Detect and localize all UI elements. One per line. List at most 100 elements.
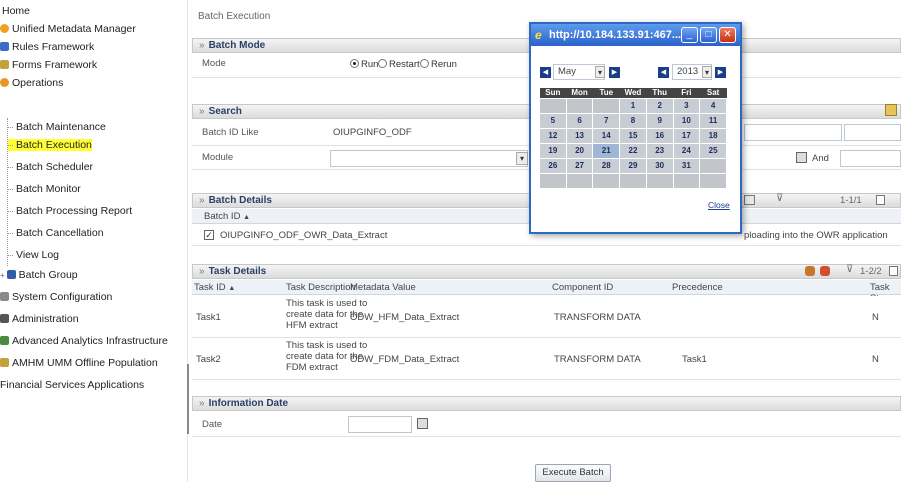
mode-radio-restart[interactable]: Restart <box>378 59 420 70</box>
sidebar-scrollbar[interactable] <box>187 364 189 434</box>
collapse-arrow-icon[interactable]: » <box>199 398 205 409</box>
minimize-icon[interactable]: _ <box>681 27 698 43</box>
calendar-day[interactable]: 5 <box>539 112 567 129</box>
calendar-day[interactable]: 23 <box>645 142 674 159</box>
calendar-day[interactable]: 2 <box>645 97 674 114</box>
calendar-day[interactable]: 17 <box>672 127 701 144</box>
search-extra-input-2[interactable] <box>844 124 901 141</box>
calendar-day[interactable]: 8 <box>619 112 647 129</box>
calendar-day[interactable]: 22 <box>619 142 647 159</box>
tree-item-rules-framework[interactable]: Rules Framework <box>0 38 94 56</box>
tree-item-financial-services-applications[interactable]: Financial Services Applications <box>0 376 144 394</box>
batch-id-input[interactable]: OIUPGINFO_ODF <box>328 124 528 141</box>
tree-item-unified-metadata-manager[interactable]: Unified Metadata Manager <box>0 20 136 38</box>
calendar-day[interactable]: 25 <box>699 142 727 159</box>
calendar-day[interactable]: 30 <box>645 157 674 174</box>
calendar-day[interactable]: 18 <box>699 127 727 144</box>
collapse-arrow-icon[interactable]: » <box>199 40 205 51</box>
calendar-day[interactable]: 27 <box>565 157 594 174</box>
calendar-empty-cell <box>565 172 594 189</box>
calendar-day[interactable]: 1 <box>619 97 647 114</box>
select-all-icon[interactable] <box>889 266 898 276</box>
mode-radio-run[interactable]: Run <box>350 59 378 70</box>
calendar-day[interactable]: 12 <box>539 127 567 144</box>
calendar-day[interactable]: 29 <box>619 157 647 174</box>
tree-item-forms-framework[interactable]: Forms Framework <box>0 56 97 74</box>
calendar-day[interactable]: 7 <box>592 112 621 129</box>
module-select[interactable] <box>330 150 528 167</box>
task-row[interactable]: Task1 This task is used to create data fo… <box>192 296 901 338</box>
filter-icon[interactable]: ⊽ <box>846 264 853 275</box>
maximize-icon[interactable]: □ <box>700 27 717 43</box>
chevron-down-icon[interactable]: ▾ <box>702 66 712 78</box>
search-extra-input[interactable] <box>744 124 842 141</box>
tree-item-operations[interactable]: Operations <box>0 74 63 92</box>
close-icon[interactable]: ✕ <box>719 27 736 43</box>
calendar-day[interactable]: 19 <box>539 142 567 159</box>
close-link[interactable]: Close <box>708 200 730 210</box>
chevron-down-icon[interactable]: ▾ <box>595 66 605 78</box>
collapse-arrow-icon[interactable]: » <box>199 266 205 277</box>
date-picker-window[interactable]: e http://10.184.133.91:467... _ □ ✕ ◀ May… <box>529 22 742 234</box>
calendar-day[interactable]: 4 <box>699 97 727 114</box>
column-batch-id[interactable]: Batch ID ▲ <box>204 211 250 222</box>
calendar-day[interactable]: 16 <box>645 127 674 144</box>
tree-item-batch-cancellation[interactable]: Batch Cancellation <box>7 224 104 242</box>
calendar-day[interactable]: 10 <box>672 112 701 129</box>
calendar-icon[interactable] <box>796 152 807 163</box>
calendar-day[interactable]: 13 <box>565 127 594 144</box>
tree-item-batch-group[interactable]: + Batch Group <box>0 266 78 284</box>
tree-item-view-log[interactable]: View Log <box>6 246 59 264</box>
calendar-icon[interactable] <box>417 418 428 429</box>
select-all-icon[interactable] <box>876 195 885 205</box>
tree-item-batch-monitor[interactable]: Batch Monitor <box>7 180 81 198</box>
tree-item-administration[interactable]: Administration <box>0 310 79 328</box>
calendar-day[interactable]: 3 <box>672 97 701 114</box>
column-precedence[interactable]: Precedence <box>672 282 723 293</box>
prev-month-icon[interactable]: ◀ <box>540 67 551 78</box>
column-metadata-value[interactable]: Metadata Value <box>350 282 416 293</box>
calendar-day[interactable]: 31 <box>672 157 701 174</box>
task-row[interactable]: Task2 This task is used to create data fo… <box>192 338 901 380</box>
next-year-icon[interactable]: ▶ <box>715 67 726 78</box>
information-date-input[interactable] <box>348 416 412 433</box>
calendar-day[interactable]: 24 <box>672 142 701 159</box>
collapse-arrow-icon[interactable]: » <box>199 195 205 206</box>
column-task-id[interactable]: Task ID ▲ <box>194 282 235 293</box>
tree-item-home[interactable]: Home <box>2 2 30 20</box>
tree-item-batch-scheduler[interactable]: Batch Scheduler <box>6 158 93 176</box>
calendar-day[interactable]: 21 <box>592 142 621 159</box>
calendar-day[interactable]: 20 <box>565 142 594 159</box>
calendar-day[interactable]: 6 <box>565 112 594 129</box>
tree-item-system-configuration[interactable]: System Configuration <box>0 288 112 306</box>
task-details-header[interactable]: » Task Details <box>192 264 901 279</box>
chevron-down-icon[interactable]: ▾ <box>516 152 528 165</box>
prev-year-icon[interactable]: ◀ <box>658 67 669 78</box>
grid-view-icon[interactable] <box>744 195 755 205</box>
task-add-icon[interactable] <box>805 266 815 276</box>
tree-item-batch-execution[interactable]: Batch Execution <box>7 136 92 154</box>
calendar-day[interactable]: 28 <box>592 157 621 174</box>
mode-radio-rerun[interactable]: Rerun <box>420 59 457 70</box>
task-remove-icon[interactable] <box>820 266 830 276</box>
tree-item-amhm-umm-offline[interactable]: AMHM UMM Offline Population <box>0 354 158 372</box>
calendar-day[interactable]: 9 <box>645 112 674 129</box>
filter-icon[interactable]: ⊽ <box>776 193 783 204</box>
tree-item-batch-maintenance[interactable]: Batch Maintenance <box>7 118 106 136</box>
execute-batch-button[interactable]: Execute Batch <box>535 464 611 482</box>
column-task-description[interactable]: Task Description <box>286 282 356 293</box>
date-to-input[interactable] <box>840 150 901 167</box>
calendar-day[interactable]: 11 <box>699 112 727 129</box>
collapse-arrow-icon[interactable]: » <box>199 106 205 117</box>
tree-item-batch-processing-report[interactable]: Batch Processing Report <box>6 202 132 220</box>
column-component-id[interactable]: Component ID <box>552 282 613 293</box>
search-icon[interactable] <box>885 104 897 116</box>
expand-icon[interactable]: + <box>0 271 5 280</box>
calendar-day[interactable]: 14 <box>592 127 621 144</box>
information-date-header[interactable]: » Information Date <box>192 396 901 411</box>
tree-item-advanced-analytics[interactable]: Advanced Analytics Infrastructure <box>0 332 168 350</box>
calendar-day[interactable]: 15 <box>619 127 647 144</box>
batch-row-checkbox[interactable]: ✓ <box>204 230 214 240</box>
calendar-day[interactable]: 26 <box>539 157 567 174</box>
next-month-icon[interactable]: ▶ <box>609 67 620 78</box>
